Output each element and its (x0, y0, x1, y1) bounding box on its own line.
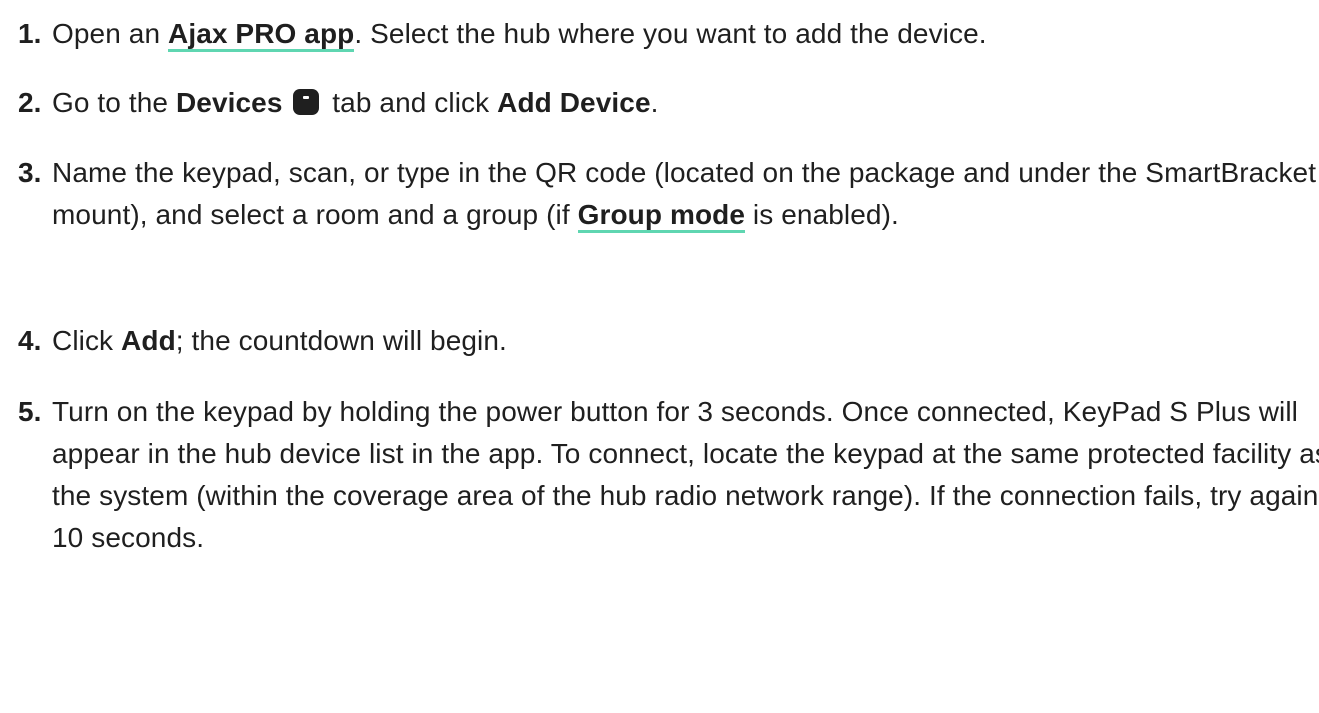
step-text: Click (52, 325, 122, 356)
step-3: 3. Name the keypad, scan, or type in the… (0, 152, 1319, 236)
step-number: 2. (18, 87, 42, 118)
step-1: 1. Open an Ajax PRO app. Select the hub … (0, 13, 1319, 55)
devices-tab-icon (293, 89, 320, 115)
step-number: 1. (18, 18, 42, 49)
step-text: Go to the (52, 87, 176, 118)
step-4: 4. Click Add; the countdown will begin. (0, 320, 1319, 362)
devices-label: Devices (175, 87, 283, 118)
add-device-label: Add Device (497, 87, 651, 118)
step-number: 3. (18, 157, 42, 188)
step-number: 5. (18, 396, 42, 427)
step-text: . (650, 87, 659, 118)
step-text: is enabled). (745, 199, 899, 230)
step-text: Turn on the keypad by holding the power … (52, 396, 1319, 553)
ajax-pro-app-link[interactable]: Ajax PRO app (168, 18, 355, 52)
add-label: Add (121, 325, 176, 356)
step-text: ; the countdown will begin. (175, 325, 507, 356)
step-5: 5. Turn on the keypad by holding the pow… (0, 391, 1319, 559)
step-number: 4. (18, 325, 42, 356)
step-text: Open an (52, 18, 168, 49)
step-text: tab and click (324, 87, 498, 118)
group-mode-link[interactable]: Group mode (577, 199, 746, 233)
step-text: . Select the hub where you want to add t… (354, 18, 987, 49)
step-2: 2. Go to the Devices tab and click Add D… (0, 82, 1319, 124)
